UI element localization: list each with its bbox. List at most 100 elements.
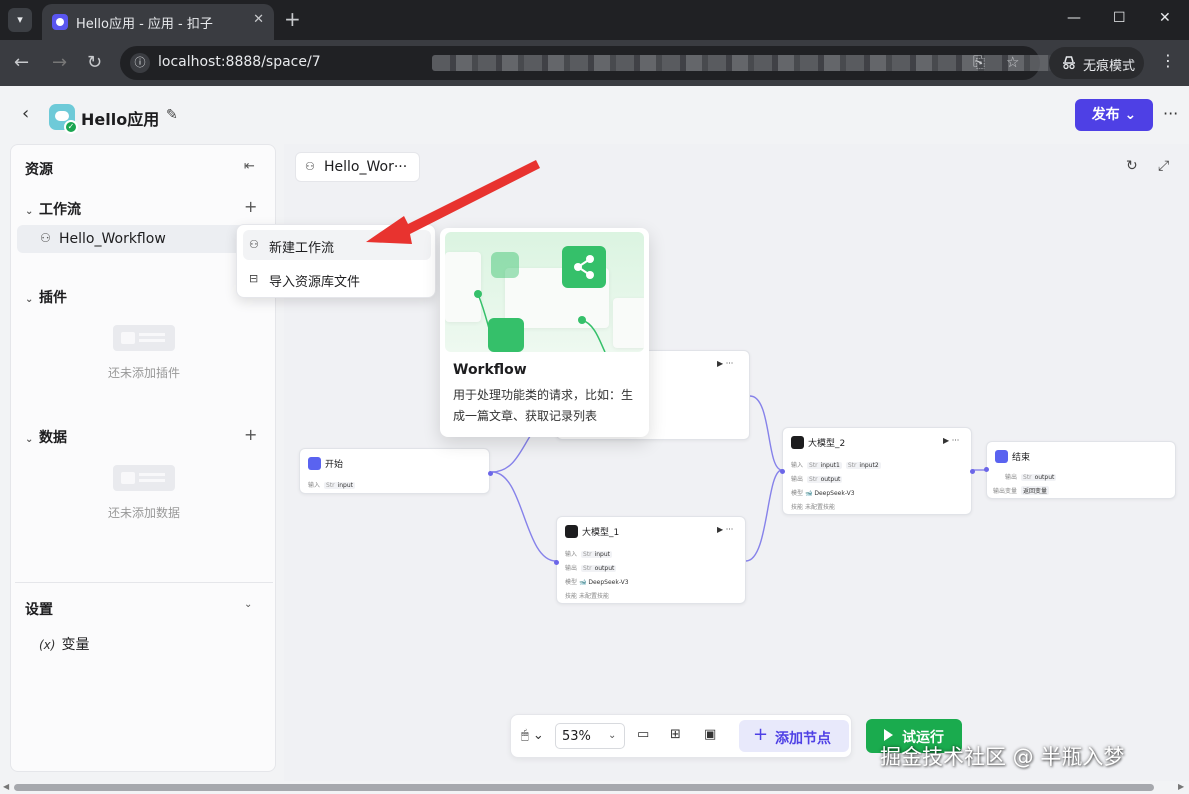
scroll-right-icon[interactable]: ▶ bbox=[1178, 782, 1184, 791]
node-input-row: 输入 Str input bbox=[308, 482, 356, 489]
watermark-text: 掘金技术社区 @ 半瓶入梦 bbox=[880, 745, 1125, 769]
data-section-toggle[interactable]: ⌄ 数据 bbox=[25, 427, 67, 447]
chevron-down-icon: ⌄ bbox=[25, 206, 34, 217]
workflow-icon: ⚇ bbox=[249, 238, 259, 251]
incognito-icon bbox=[1063, 56, 1075, 70]
node-end[interactable]: 结束 输出 Str output 输出变量 返回变量 bbox=[984, 441, 1176, 499]
add-workflow-plus-icon[interactable]: + bbox=[244, 197, 257, 216]
import-icon: ⊟ bbox=[249, 272, 259, 285]
output-port[interactable] bbox=[970, 469, 975, 474]
new-tab-plus-icon[interactable]: + bbox=[284, 8, 301, 30]
menu-item-import-file[interactable]: ⊟ 导入资源库文件 bbox=[243, 264, 431, 294]
llm-icon bbox=[791, 436, 804, 449]
scrollbar-thumb[interactable] bbox=[14, 784, 1154, 791]
check-icon: ✓ bbox=[64, 120, 78, 134]
url-field[interactable]: ⓘ localhost:8888/space/7 ⎘ ☆ bbox=[120, 46, 1052, 80]
start-icon bbox=[308, 457, 321, 470]
input-port[interactable] bbox=[780, 469, 785, 474]
node-model-row: 模型 🐋 DeepSeek-V3 bbox=[565, 579, 629, 586]
node-run-icon[interactable]: ▶ ··· bbox=[717, 359, 733, 368]
tab-title: Hello应用 - 应用 - 扣子 bbox=[76, 17, 213, 32]
app-title: Hello应用 bbox=[81, 110, 160, 129]
horizontal-scrollbar[interactable]: ◀ ▶ bbox=[0, 781, 1189, 794]
chevron-down-icon[interactable]: ⌄ bbox=[244, 599, 252, 610]
play-icon bbox=[884, 729, 893, 741]
edge-top-llm2 bbox=[749, 395, 783, 471]
forward-icon[interactable]: → bbox=[52, 52, 67, 74]
input-port[interactable] bbox=[554, 560, 559, 565]
more-icon[interactable]: ··· bbox=[1163, 104, 1178, 123]
annotation-arrow bbox=[366, 160, 540, 244]
app-header: ‹ ✓ Hello应用 ✎ 发布 ⌄ ··· bbox=[0, 86, 1189, 144]
node-output-row: 输出 Str output bbox=[565, 565, 617, 572]
back-icon[interactable]: ‹ bbox=[22, 104, 29, 124]
app-root: ‹ ✓ Hello应用 ✎ 发布 ⌄ ··· 资源 ⇤ ⌄ 工作流 + ⚇ Hel… bbox=[0, 86, 1189, 794]
settings-title: 设置 bbox=[25, 602, 53, 618]
minimap-icon[interactable]: ▣ bbox=[704, 727, 716, 742]
node-start[interactable]: 开始 输入 Str input bbox=[299, 448, 493, 494]
plugin-section-toggle[interactable]: ⌄ 插件 bbox=[25, 287, 67, 307]
scroll-left-icon[interactable]: ◀ bbox=[3, 782, 9, 791]
menu-item-label: 新建工作流 bbox=[269, 241, 335, 256]
variable-icon: (x) bbox=[39, 638, 56, 652]
edit-icon[interactable]: ✎ bbox=[166, 107, 178, 123]
input-port[interactable] bbox=[984, 467, 989, 472]
node-skill-row: 技能 未配置技能 bbox=[791, 504, 835, 511]
mouse-icon[interactable]: 🖱 ⌄ bbox=[521, 728, 544, 743]
node-title: 大模型_2 bbox=[808, 439, 846, 449]
plugin-empty-text: 还未添加插件 bbox=[107, 366, 180, 380]
output-port[interactable] bbox=[488, 471, 493, 476]
comment-icon[interactable]: ▭ bbox=[637, 727, 649, 742]
node-output-var-row: 输出变量 返回变量 bbox=[993, 486, 1050, 495]
address-bar: ← → ↻ ⓘ localhost:8888/space/7 ⎘ ☆ 无痕模式 … bbox=[0, 40, 1189, 86]
node-run-icon[interactable]: ▶ ··· bbox=[717, 525, 733, 534]
node-llm-2[interactable]: 大模型_2 ▶ ··· 输入 Str input1 Str input2 输出 Str… bbox=[780, 427, 975, 515]
url-text: localhost:8888/space/7 bbox=[158, 54, 321, 70]
empty-placeholder-icon bbox=[113, 465, 175, 491]
zoom-select[interactable]: 53% ⌄ bbox=[555, 723, 625, 749]
edge-llm1-llm2 bbox=[745, 469, 783, 562]
collapse-icon[interactable]: ⇤ bbox=[244, 159, 255, 174]
workflow-section-toggle[interactable]: ⌄ 工作流 bbox=[25, 199, 81, 219]
add-node-button[interactable]: + 添加节点 bbox=[739, 720, 849, 752]
chevron-down-icon: ⌄ bbox=[25, 434, 34, 445]
node-output-row: 输出 Str output bbox=[1005, 474, 1057, 481]
zoom-value: 53% bbox=[562, 729, 591, 744]
incognito-badge[interactable]: 无痕模式 bbox=[1049, 47, 1144, 79]
preview-title: Workflow bbox=[453, 362, 527, 378]
maximize-icon[interactable]: ☐ bbox=[1113, 10, 1126, 26]
site-info-icon[interactable]: ⓘ bbox=[130, 53, 150, 73]
sidebar-title: 资源 bbox=[25, 162, 53, 178]
variables-item[interactable]: (x) 变量 bbox=[39, 634, 89, 654]
window-close-icon[interactable]: ✕ bbox=[1159, 10, 1171, 26]
chevron-down-icon: ⌄ bbox=[25, 294, 34, 305]
back-icon[interactable]: ← bbox=[14, 52, 29, 74]
browser-tab[interactable]: Hello应用 - 应用 - 扣子 ✕ bbox=[42, 4, 274, 40]
tab-close-icon[interactable]: ✕ bbox=[253, 12, 264, 27]
node-title: 大模型_1 bbox=[582, 528, 620, 538]
node-input-row: 输入 Str input1 Str input2 bbox=[791, 462, 881, 469]
layout-icon[interactable]: ⊞ bbox=[670, 727, 681, 742]
node-output-row: 输出 Str output bbox=[791, 476, 843, 483]
favicon-icon bbox=[52, 14, 68, 30]
publish-button[interactable]: 发布 ⌄ bbox=[1075, 99, 1153, 131]
sidebar-item-label: Hello_Workflow bbox=[59, 231, 166, 247]
workflow-icon: ⚇ bbox=[40, 231, 51, 245]
menu-item-label: 导入资源库文件 bbox=[269, 275, 361, 290]
reload-icon[interactable]: ↻ bbox=[87, 52, 102, 74]
node-skill-row: 技能 未配置技能 bbox=[565, 593, 609, 600]
plus-icon: + bbox=[753, 724, 769, 745]
url-redacted bbox=[432, 55, 1052, 71]
node-llm-1[interactable]: 大模型_1 ▶ ··· 输入 Str input 输出 Str output 模型 … bbox=[554, 516, 746, 604]
canvas-toolbar: 🖱 ⌄ 53% ⌄ ▭ ⊞ ▣ + 添加节点 bbox=[510, 714, 852, 758]
tab-search-icon[interactable]: ▾ bbox=[8, 8, 32, 32]
star-icon[interactable]: ☆ bbox=[1006, 53, 1019, 71]
add-data-plus-icon[interactable]: + bbox=[244, 425, 257, 444]
translate-icon[interactable]: ⎘ bbox=[973, 53, 985, 71]
node-run-icon[interactable]: ▶ ··· bbox=[943, 436, 959, 445]
sidebar-item-hello-workflow[interactable]: ⚇ Hello_Workflow bbox=[17, 225, 271, 253]
browser-menu-icon[interactable]: ⋮ bbox=[1160, 51, 1176, 70]
minimize-icon[interactable]: — bbox=[1067, 10, 1081, 26]
preview-description: 用于处理功能类的请求，比如：生成一篇文章、获取记录列表 bbox=[453, 388, 634, 423]
app-avatar: ✓ bbox=[49, 104, 78, 134]
